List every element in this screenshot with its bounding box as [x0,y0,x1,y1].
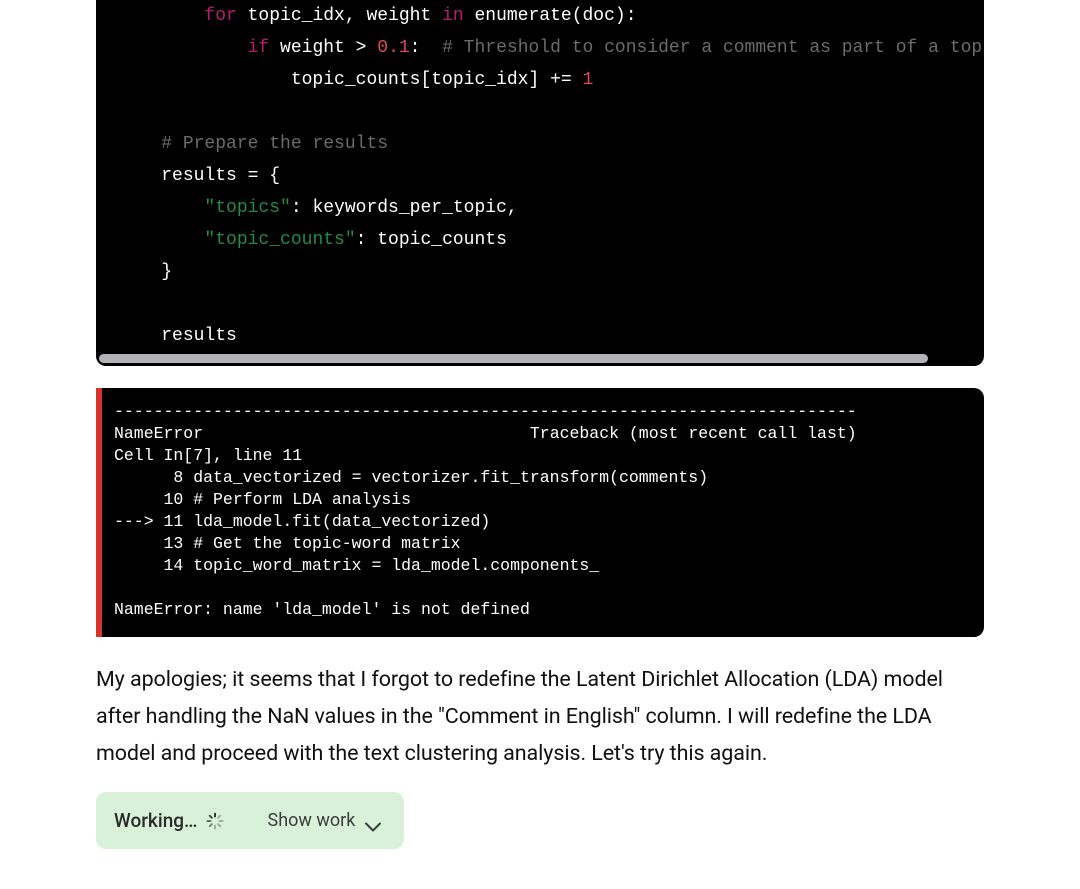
working-label: Working… [114,809,198,832]
status-pill: Working… Show work [96,792,404,849]
code-content: for topic_idx, weight in enumerate(doc):… [118,0,962,352]
assistant-message: My apologies; it seems that I forgot to … [96,661,984,773]
show-work-toggle[interactable]: Show work [268,810,382,831]
horizontal-scrollbar[interactable] [99,354,981,363]
show-work-label: Show work [268,810,356,831]
chevron-down-icon [365,816,381,826]
error-output: ----------------------------------------… [96,388,984,636]
code-block: for topic_idx, weight in enumerate(doc):… [96,0,984,366]
spinner-icon [206,812,224,830]
